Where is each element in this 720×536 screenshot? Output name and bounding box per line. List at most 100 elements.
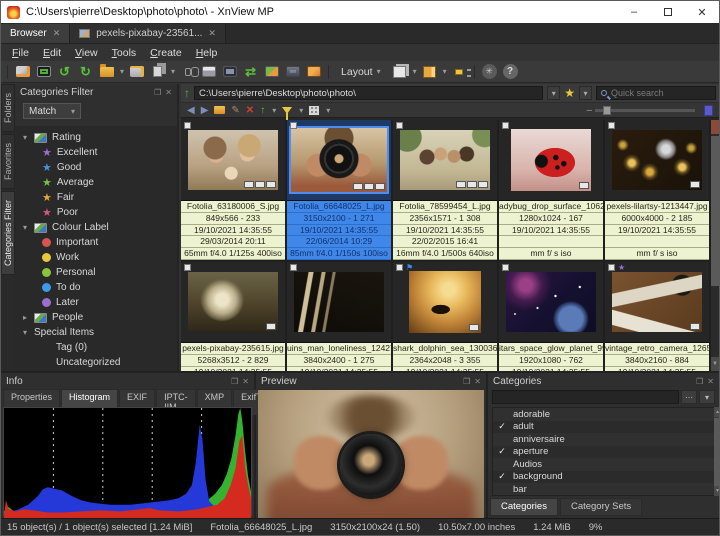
slider-handle[interactable] [603, 106, 611, 115]
panel-float-icon[interactable]: ❒ [696, 377, 703, 386]
tree-item-tag[interactable]: Tag (0) [15, 340, 177, 355]
tab-browser[interactable]: Browser ✕ [1, 24, 70, 43]
category-scrollbar[interactable]: ▲ ▼ [714, 407, 720, 496]
convert-icon[interactable]: ⇄ [242, 64, 259, 80]
thumb-checkbox[interactable] [396, 122, 403, 129]
thumbnail-image[interactable] [612, 130, 702, 190]
fullscreen-icon[interactable] [35, 64, 52, 80]
tree-item-average[interactable]: ★Average [15, 175, 177, 190]
settings-gear-icon[interactable]: ✳ [481, 64, 498, 80]
thumbnail-image[interactable] [409, 271, 481, 333]
slider-track[interactable] [595, 109, 695, 112]
tree-item-work[interactable]: Work [15, 250, 177, 265]
path-input[interactable]: C:\Users\pierre\Desktop\photo\photo\ [194, 86, 543, 100]
copy-move-caret[interactable]: ▾ [171, 67, 175, 76]
thumbnail-image[interactable] [294, 272, 384, 332]
thumb-checkbox[interactable] [502, 122, 509, 129]
check-icon[interactable]: ✓ [497, 446, 507, 457]
grid-scrollbar[interactable]: ▼ [711, 120, 719, 371]
menu-create[interactable]: Create [143, 47, 189, 59]
tree-item-later[interactable]: Later [15, 295, 177, 310]
panel-close-icon[interactable]: ✕ [242, 377, 249, 386]
category-item-background[interactable]: ✓background [493, 471, 714, 484]
panel-close-icon[interactable]: ✕ [707, 377, 714, 386]
file-item-5[interactable]: pexels-lilartsy-1213447.jpg6000x4000 - 2… [605, 120, 711, 262]
sidetab-categories-filter[interactable]: Categories Filter [1, 191, 15, 275]
file-item-8[interactable]: ⚑ shark_dolphin_sea_130036_...2364x2048 … [393, 262, 499, 378]
thumb-checkbox[interactable] [608, 122, 615, 129]
thumbnail-image[interactable] [188, 272, 278, 332]
tab-category-sets[interactable]: Category Sets [560, 498, 642, 516]
open-folder-icon[interactable] [98, 64, 115, 80]
search-binoculars-icon[interactable] [179, 64, 196, 80]
thumb-checkbox[interactable] [290, 264, 297, 271]
pane-toggle-button[interactable] [704, 105, 713, 116]
tab-image[interactable]: pexels-pixabay-23561... ✕ [70, 24, 226, 43]
favorites-caret[interactable]: ▾ [579, 86, 592, 100]
tree-item-people[interactable]: ▸People [15, 310, 177, 325]
help-icon[interactable]: ? [502, 64, 519, 80]
thumb-size-slider[interactable]: – [586, 105, 713, 116]
panel-float-icon[interactable]: ❒ [463, 377, 470, 386]
tree-item-personal[interactable]: Personal [15, 265, 177, 280]
check-icon[interactable]: ✓ [497, 471, 507, 482]
thumb-checkbox[interactable] [290, 122, 297, 129]
thumbnail-view-caret[interactable]: ▾ [413, 67, 417, 76]
tree-item-fair[interactable]: ★Fair [15, 190, 177, 205]
match-dropdown[interactable]: Match ▾ [23, 103, 81, 119]
file-item-4[interactable]: adybug_drop_surface_1062...1280x1024 - 1… [499, 120, 605, 262]
menu-edit[interactable]: Edit [36, 47, 68, 59]
parent-folder-icon[interactable]: ↑ [260, 105, 265, 116]
layout-dropdown[interactable]: Layout ▾ [335, 66, 387, 78]
file-item-10[interactable]: ★ vintage_retro_camera_1265...3840x2160 … [605, 262, 711, 378]
quick-search-box[interactable]: Quick search [596, 86, 716, 100]
sort-caret[interactable]: ▾ [443, 67, 447, 76]
view-mode-caret[interactable]: ▾ [326, 106, 330, 115]
file-info-icon[interactable] [128, 64, 145, 80]
category-add-button[interactable]: ⋯ [681, 390, 697, 404]
print-icon[interactable] [200, 64, 217, 80]
file-item-7[interactable]: uins_man_loneliness_12427...3840x2400 - … [287, 262, 393, 378]
filter-funnel-icon[interactable] [282, 107, 292, 114]
forward-button[interactable]: ▶ [201, 105, 209, 116]
thumb-checkbox[interactable] [608, 264, 615, 271]
thumb-checkbox[interactable] [396, 264, 403, 271]
thumbnail-image[interactable] [400, 130, 490, 190]
tree-item-colour-label[interactable]: ▾Colour Label [15, 220, 177, 235]
folder-icon[interactable] [214, 106, 225, 114]
tree-item-excellent[interactable]: ★Excellent [15, 145, 177, 160]
category-item-audios[interactable]: Audios [493, 458, 714, 471]
title-bar[interactable]: C:\Users\pierre\Desktop\photo\photo\ - X… [1, 1, 719, 23]
category-item-aperture[interactable]: ✓aperture [493, 446, 714, 459]
category-item-adorable[interactable]: adorable [493, 408, 714, 421]
sort-icon[interactable] [421, 64, 438, 80]
tab-close-icon[interactable]: ✕ [208, 28, 216, 39]
parent-caret[interactable]: ▾ [272, 106, 276, 115]
panel-close-icon[interactable]: ✕ [474, 377, 481, 386]
tree-item-uncategorized[interactable]: Uncategorized [15, 355, 177, 370]
rotate-cw-icon[interactable]: ↻ [77, 64, 94, 80]
category-item-adult[interactable]: ✓adult [493, 421, 714, 434]
preview-image[interactable] [258, 390, 484, 518]
capture-icon[interactable] [263, 64, 280, 80]
category-options-caret[interactable]: ▾ [699, 390, 715, 404]
file-item-6[interactable]: pexels-pixabay-235615.jpg5268x3512 - 2 8… [181, 262, 287, 378]
panel-float-icon[interactable]: ❒ [231, 377, 238, 386]
scroll-down-icon[interactable]: ▼ [714, 486, 720, 496]
file-item-1[interactable]: Fotolia_63180006_S.jpg849x566 - 23319/10… [181, 120, 287, 262]
tree-item-good[interactable]: ★Good [15, 160, 177, 175]
open-folder-caret[interactable]: ▾ [120, 67, 124, 76]
category-item-bar[interactable]: bar [493, 483, 714, 496]
tab-categories[interactable]: Categories [490, 498, 558, 516]
check-icon[interactable]: ✓ [497, 421, 507, 432]
thumb-checkbox[interactable] [502, 264, 509, 271]
slider-minus[interactable]: – [586, 105, 592, 116]
category-filter-input[interactable] [492, 390, 679, 404]
thumbnail-image[interactable] [511, 129, 591, 191]
tag-icon[interactable]: ✎ [231, 105, 239, 116]
menu-view[interactable]: View [68, 47, 105, 59]
thumb-checkbox[interactable] [184, 122, 191, 129]
scrollbar-thumb[interactable] [711, 136, 719, 286]
menu-help[interactable]: Help [189, 47, 225, 59]
scrollbar-thumb[interactable] [714, 418, 720, 488]
